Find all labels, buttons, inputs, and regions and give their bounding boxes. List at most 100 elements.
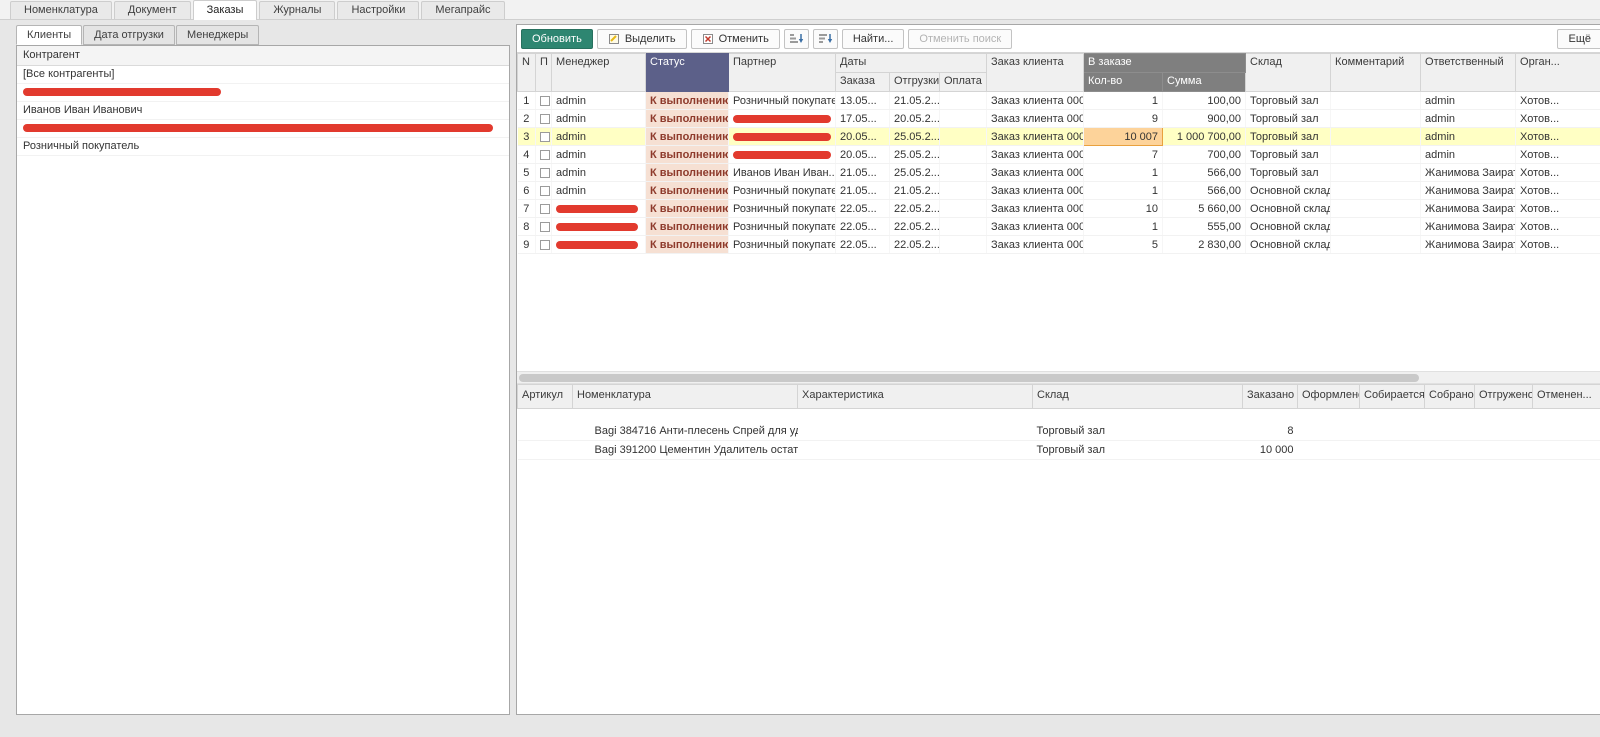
col-header-qty[interactable]: Кол-во: [1084, 73, 1163, 92]
order-cell-status: К выполнению / ...: [646, 146, 729, 164]
items-col-warehouse[interactable]: Склад: [1033, 385, 1243, 409]
horizontal-scrollbar[interactable]: [517, 371, 1600, 384]
select-button-label: Выделить: [625, 33, 676, 45]
col-header-order-date[interactable]: Заказа: [836, 73, 890, 92]
order-cell-qty: 1: [1084, 218, 1163, 236]
items-col-ordered[interactable]: Заказано: [1243, 385, 1298, 409]
order-cell-order-date: 21.05...: [836, 164, 890, 182]
counterparty-column-header[interactable]: Контрагент: [17, 46, 509, 66]
item-cell-cancelled: [1533, 422, 1600, 441]
order-cell-order-date: 21.05...: [836, 182, 890, 200]
row-checkbox[interactable]: [540, 204, 550, 214]
row-checkbox[interactable]: [540, 168, 550, 178]
find-button[interactable]: Найти...: [842, 29, 905, 49]
sort-ascending-button[interactable]: [784, 29, 809, 49]
row-checkbox[interactable]: [540, 132, 550, 142]
horizontal-scrollbar-thumb[interactable]: [519, 374, 1419, 382]
top-tab-settings[interactable]: Настройки: [337, 1, 419, 19]
order-row[interactable]: 6adminК выполнению / ...Розничный покупа…: [518, 182, 1600, 200]
refresh-button-label: Обновить: [532, 33, 582, 45]
items-col-article[interactable]: Артикул: [518, 385, 573, 409]
order-cell-payment: [940, 182, 987, 200]
order-cell-responsible: admin: [1421, 110, 1516, 128]
order-row[interactable]: 9К выполнению / ...Розничный покупатель2…: [518, 236, 1600, 254]
col-header-manager[interactable]: Менеджер: [552, 54, 646, 92]
row-checkbox[interactable]: [540, 150, 550, 160]
item-cell-collecting: [1360, 441, 1425, 460]
items-col-nomenclature[interactable]: Номенклатура: [573, 385, 798, 409]
order-row[interactable]: 7К выполнению / ...Розничный покупатель2…: [518, 200, 1600, 218]
order-cell-ship-date: 21.05.2...: [890, 182, 940, 200]
order-cell-comment: [1331, 236, 1421, 254]
order-cell-sum: 566,00: [1163, 182, 1246, 200]
items-col-formed[interactable]: Оформлено: [1298, 385, 1360, 409]
counterparty-item[interactable]: Розничный покупатель: [17, 138, 509, 156]
order-row[interactable]: 5adminК выполнению / ...Иванов Иван Иван…: [518, 164, 1600, 182]
order-cell-organization: Хотов...: [1516, 236, 1600, 254]
counterparty-item[interactable]: [17, 120, 509, 138]
col-header-organization[interactable]: Орган...: [1516, 54, 1600, 92]
order-cell-manager: [552, 236, 646, 254]
col-header-checkbox[interactable]: П: [536, 54, 552, 92]
row-checkbox[interactable]: [540, 114, 550, 124]
top-tab-megaprice[interactable]: Мегапрайс: [421, 1, 504, 19]
more-button[interactable]: Ещё: [1557, 29, 1600, 49]
col-header-comment[interactable]: Комментарий: [1331, 54, 1421, 92]
cancel-selection-button[interactable]: Отменить: [691, 29, 780, 49]
col-header-payment[interactable]: Оплата: [940, 73, 987, 92]
cancel-search-button[interactable]: Отменить поиск: [908, 29, 1012, 49]
item-row[interactable]: Bagi 384716 Анти-плесень Спрей для удале…: [518, 422, 1600, 441]
order-row[interactable]: 8К выполнению / ...Розничный покупатель2…: [518, 218, 1600, 236]
counterparty-item[interactable]: Иванов Иван Иванович: [17, 102, 509, 120]
order-cell-qty: 5: [1084, 236, 1163, 254]
top-tab-orders[interactable]: Заказы: [193, 0, 258, 20]
items-col-collected[interactable]: Собрано: [1425, 385, 1475, 409]
col-header-warehouse[interactable]: Склад: [1246, 54, 1331, 92]
row-checkbox[interactable]: [540, 222, 550, 232]
top-tab-document[interactable]: Документ: [114, 1, 191, 19]
order-cell-comment: [1331, 110, 1421, 128]
select-button[interactable]: Выделить: [597, 29, 687, 49]
order-cell-qty: 1: [1084, 182, 1163, 200]
order-row[interactable]: 1adminК выполнению / ...Розничный покупа…: [518, 92, 1600, 110]
order-cell-status: К выполнению / ...: [646, 128, 729, 146]
order-cell-status: К выполнению / ...: [646, 218, 729, 236]
row-checkbox[interactable]: [540, 96, 550, 106]
items-col-characteristic[interactable]: Характеристика: [798, 385, 1033, 409]
left-tab-clients[interactable]: Клиенты: [16, 25, 82, 45]
order-cell-status: К выполнению / ...: [646, 110, 729, 128]
item-row[interactable]: Bagi 391200 Цементин Удалитель остатков …: [518, 441, 1600, 460]
col-header-in-order-group[interactable]: В заказе: [1084, 54, 1246, 73]
order-row[interactable]: 2adminК выполнению / ...17.05...20.05.2.…: [518, 110, 1600, 128]
cancel-marker-icon: [702, 33, 714, 45]
order-cell-client-order: Заказ клиента 000...: [987, 128, 1084, 146]
col-header-dates-group[interactable]: Даты: [836, 54, 987, 73]
row-checkbox[interactable]: [540, 240, 550, 250]
items-col-collecting[interactable]: Собирается: [1360, 385, 1425, 409]
redaction-mark: [556, 205, 638, 213]
col-header-ship-date[interactable]: Отгрузки: [890, 73, 940, 92]
counterparty-item[interactable]: [Все контрагенты]: [17, 66, 509, 84]
items-col-shipped[interactable]: Отгружено: [1475, 385, 1533, 409]
order-cell-ship-date: 25.05.2...: [890, 164, 940, 182]
order-row[interactable]: 3adminК выполнению / ...20.05...25.05.2.…: [518, 128, 1600, 146]
col-header-n[interactable]: N: [518, 54, 536, 92]
top-tab-journals[interactable]: Журналы: [259, 1, 335, 19]
counterparty-item[interactable]: [17, 84, 509, 102]
left-tab-managers[interactable]: Менеджеры: [176, 25, 259, 45]
top-tab-nomenclature[interactable]: Номенклатура: [10, 1, 112, 19]
row-checkbox[interactable]: [540, 186, 550, 196]
sort-descending-button[interactable]: [813, 29, 838, 49]
col-header-sum[interactable]: Сумма: [1163, 73, 1246, 92]
col-header-status[interactable]: Статус: [646, 54, 729, 92]
order-cell-check: [536, 218, 552, 236]
order-cell-comment: [1331, 128, 1421, 146]
refresh-button[interactable]: Обновить: [521, 29, 593, 49]
left-tab-ship-date[interactable]: Дата отгрузки: [83, 25, 175, 45]
col-header-responsible[interactable]: Ответственный: [1421, 54, 1516, 92]
col-header-client-order[interactable]: Заказ клиента: [987, 54, 1084, 92]
order-row[interactable]: 4adminК выполнению / ...20.05...25.05.2.…: [518, 146, 1600, 164]
items-col-cancelled[interactable]: Отменен...: [1533, 385, 1600, 409]
col-header-partner[interactable]: Партнер: [729, 54, 836, 92]
items-spacer-cell: [518, 409, 1600, 422]
